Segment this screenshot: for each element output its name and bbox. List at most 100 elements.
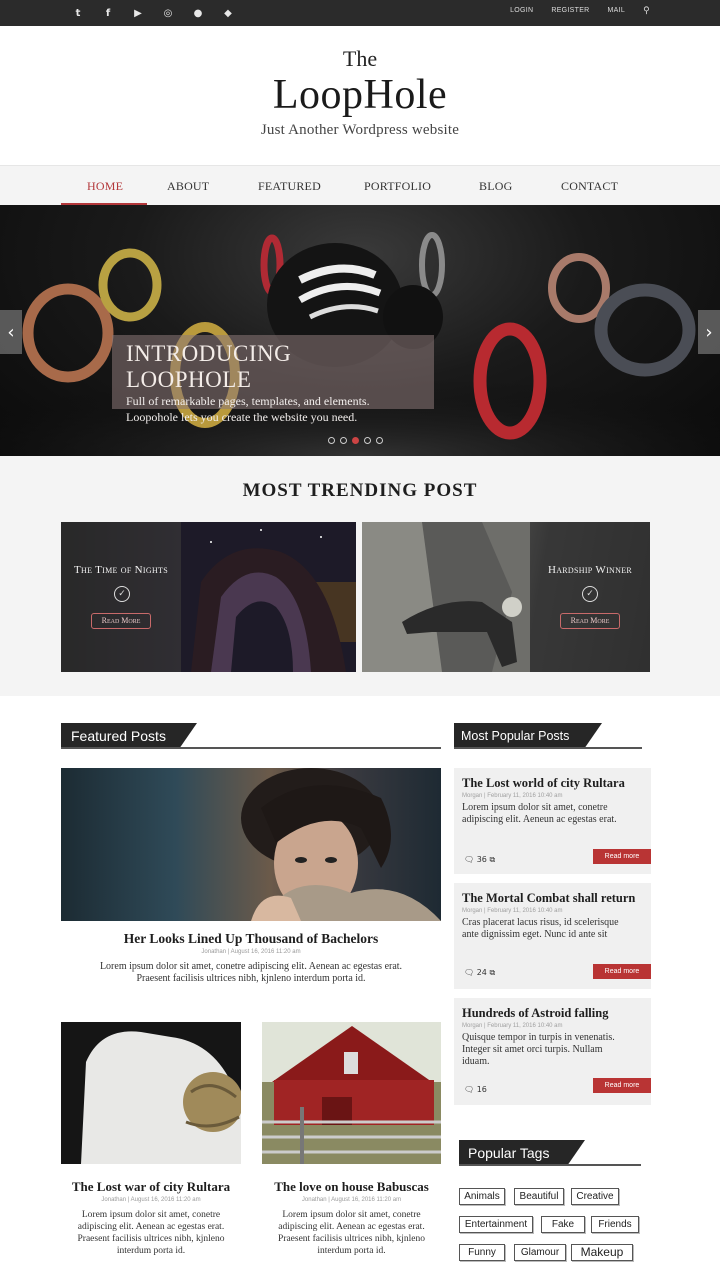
tag-friends[interactable]: Friends [591,1216,639,1233]
site-title[interactable]: LoopHole [0,72,720,118]
excerpt-line: Praesent facilisis ultrices nibh, kjnlen… [136,973,366,984]
popular-tags-header: Popular Tags [459,1140,641,1166]
comment-icon: 🗨 [464,855,475,864]
slider-prev-button[interactable]: ‹ [0,310,22,354]
trending-card[interactable]: The Time of Nights ✓ Read More [61,522,356,672]
comment-icon: 🗨 [464,1085,475,1094]
featured-main-image[interactable] [61,768,441,921]
site-title-prefix: The [342,46,378,71]
excerpt-line: Lorem ipsum dolor sit amet, conetre adip… [99,961,403,972]
slider-dot[interactable] [340,437,347,444]
popular-posts-header: Most Popular Posts [454,723,642,749]
post-meta: Jonathan | August 16, 2016 11:20 am [301,1197,402,1203]
header-tab-corner [584,723,602,749]
youtube-icon[interactable]: ▶ [130,5,146,21]
excerpt-line: Praesent facilisis ultrices nibh, kjnlen… [278,1234,425,1244]
comment-count-value: 36 [476,855,487,864]
popular-post-meta: Morgan | February 11, 2016 10:40 am [462,793,563,799]
read-more-button[interactable]: Read more [593,964,651,979]
nav-home[interactable]: HOME [87,179,123,194]
post-meta: Jonathan | August 16, 2016 11:20 am [101,1197,201,1203]
tag-beautiful[interactable]: Beautiful [514,1188,564,1205]
header-tab-corner [567,1140,585,1166]
tag-creative[interactable]: Creative [571,1188,619,1205]
excerpt-line: adipiscing elit. Aenean ac egestas erat. [278,1222,425,1232]
facebook-icon[interactable]: f [100,5,116,21]
post-image[interactable] [61,1022,241,1164]
nav-blog[interactable]: BLOG [479,179,512,194]
trending-card-title: The Time of Nights [74,564,168,576]
featured-main-excerpt: Lorem ipsum dolor sit amet, conetre adip… [61,961,441,985]
post-title[interactable]: The love on house Babuscas [262,1179,441,1195]
excerpt-line: Lorem ipsum dolor sit amet, conetre [282,1210,421,1220]
site-branding: The LoopHole Just Another Wordpress webs… [0,46,720,139]
share-icon: ⧉ [489,968,496,977]
twitter-icon[interactable]: t [70,5,86,21]
popular-post-title[interactable]: Hundreds of Astroid falling [462,1006,608,1021]
header-rule [459,1164,641,1166]
tag-animals[interactable]: Animals [459,1188,505,1205]
trending-heading: MOST TRENDING POST [242,480,478,501]
check-circle-icon: ✓ [114,586,130,602]
post-excerpt: Lorem ipsum dolor sit amet, conetre adip… [262,1209,441,1257]
header-tab-corner [179,723,197,749]
read-more-button[interactable]: Read more [593,1078,651,1093]
trending-card[interactable]: Hardship Winner ✓ Read More [362,522,650,672]
android-icon[interactable]: ◆ [220,5,236,21]
featured-main-title[interactable]: Her Looks Lined Up Thousand of Bachelors [61,931,441,947]
post-excerpt: Lorem ipsum dolor sit amet, conetre adip… [61,1209,241,1257]
slider-dot-active[interactable] [352,437,359,444]
post-title[interactable]: The Lost war of city Rultara [61,1179,241,1195]
slider-dot[interactable] [328,437,335,444]
excerpt-line: Integer sit amet orci turpis. Nullam [462,1044,603,1055]
site-tagline: Just Another Wordpress website [260,122,460,138]
excerpt-line: Cras placerat lacus risus, id scelerisqu… [462,917,619,928]
social-links: t f ▶ ◎ ● ◆ [70,5,236,21]
popular-post-card[interactable]: Hundreds of Astroid falling Morgan | Feb… [454,998,651,1105]
nav-about[interactable]: ABOUT [167,179,209,194]
popular-post-title[interactable]: The Mortal Combat shall return [462,891,635,906]
top-bar: t f ▶ ◎ ● ◆ LOGIN REGISTER MAIL ⚲ [0,0,720,26]
excerpt-line: Praesent facilisis ultrices nibh, kjnlen… [77,1234,225,1244]
mail-link[interactable]: MAIL [608,7,626,16]
comment-icon: 🗨 [464,968,475,977]
tag-makeup[interactable]: Makeup [571,1244,633,1261]
tag-entertainment[interactable]: Entertainment [459,1216,533,1233]
hero-title: INTRODUCING LOOPHOLE [126,341,292,392]
apple-icon[interactable]: ● [190,5,206,21]
excerpt-line: iduam. [462,1056,490,1067]
comment-count-value: 16 [476,1085,487,1094]
nav-featured[interactable]: FEATURED [258,179,321,194]
excerpt-line: adipiscing elit. Aeneun ac egestas erat. [462,814,617,825]
tag-funny[interactable]: Funny [459,1244,505,1261]
hero-slider: ‹ › INTRODUCING LOOPHOLE Full of remarka… [0,205,720,456]
post-image[interactable] [262,1022,441,1164]
tag-glamour[interactable]: Glamour [514,1244,566,1261]
popular-post-title[interactable]: The Lost world of city Rultara [462,776,625,791]
nav-contact[interactable]: CONTACT [561,179,618,194]
nav-portfolio[interactable]: PORTFOLIO [364,179,431,194]
search-icon[interactable]: ⚲ [643,5,650,16]
read-more-button[interactable]: Read More [91,613,151,629]
comment-count: 🗨 36 ⧉ [464,855,495,865]
share-icon: ⧉ [489,855,496,864]
read-more-button[interactable]: Read More [560,613,620,629]
main-navigation: HOME ABOUT FEATURED PORTFOLIO BLOG CONTA… [0,165,720,206]
tag-fake[interactable]: Fake [541,1216,585,1233]
read-more-button[interactable]: Read more [593,849,651,864]
dribbble-icon[interactable]: ◎ [160,5,176,21]
slider-dot[interactable] [364,437,371,444]
popular-post-card[interactable]: The Lost world of city Rultara Morgan | … [454,768,651,874]
slider-dot[interactable] [376,437,383,444]
popular-post-meta: Morgan | February 11, 2016 10:40 am [462,1023,563,1029]
slider-dots [328,437,383,444]
comment-count: 🗨 16 [464,1085,487,1094]
popular-posts-heading: Most Popular Posts [454,723,584,749]
woman-portrait-image [241,768,441,921]
excerpt-line: ante dignissim eget. Nunc id ante sit [462,929,608,940]
slider-next-button[interactable]: › [698,310,720,354]
register-link[interactable]: REGISTER [551,7,589,16]
popular-post-card[interactable]: The Mortal Combat shall return Morgan | … [454,883,651,989]
login-link[interactable]: LOGIN [510,7,533,16]
hero-text-line-2: Loopohole lets you create the website yo… [126,410,358,424]
